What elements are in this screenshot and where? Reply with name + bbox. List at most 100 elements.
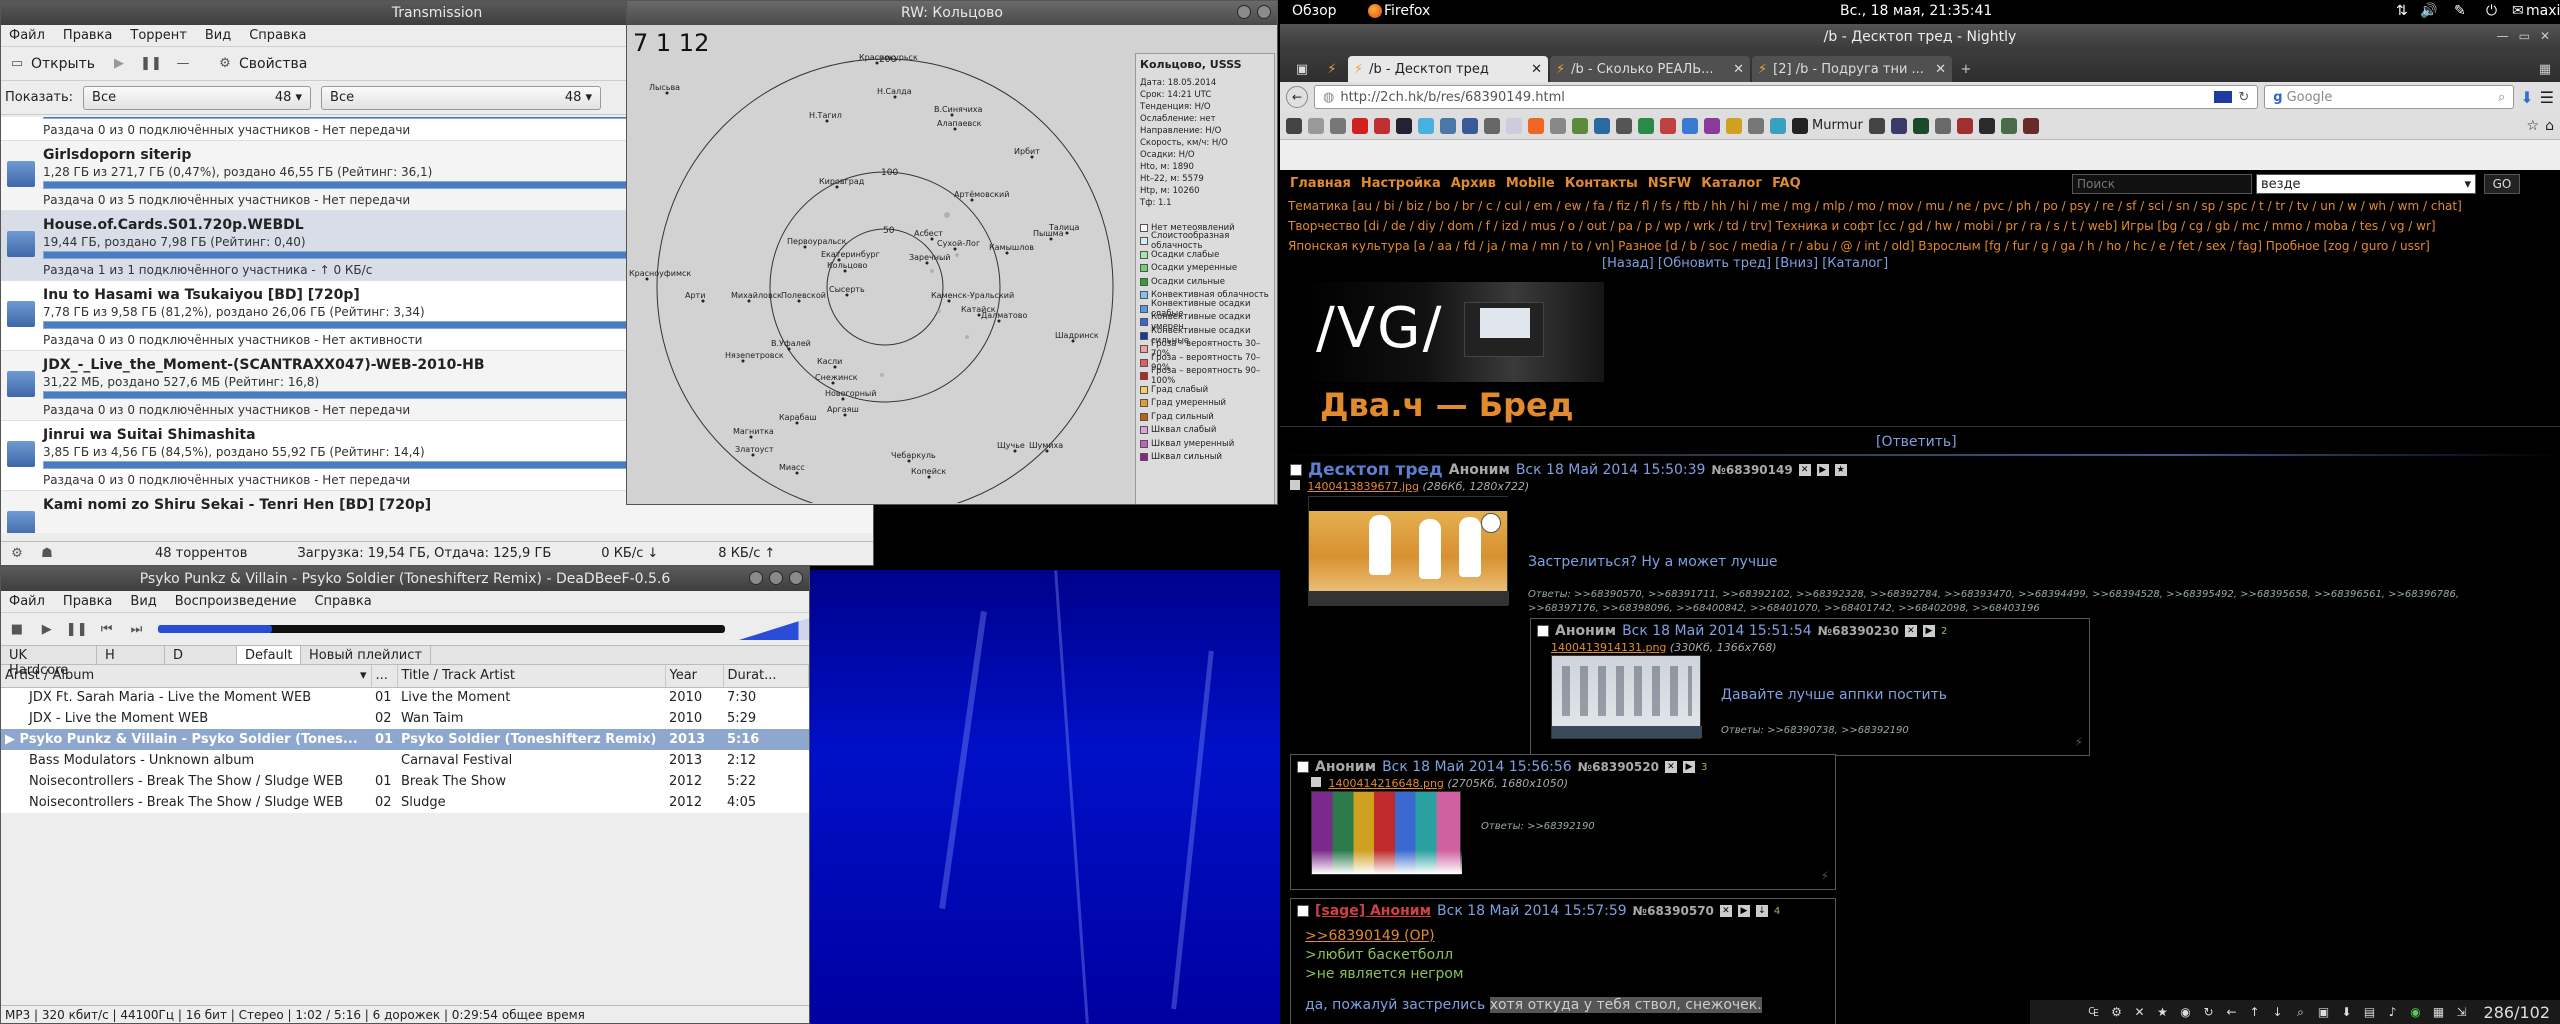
username[interactable]: maxi — [2526, 3, 2560, 19]
playlist-row[interactable]: Noisecontrollers - Break The Show / Slud… — [1, 771, 809, 792]
settings-icon[interactable]: ⚙ — [2110, 1005, 2124, 1019]
remove-icon[interactable]: — — [175, 56, 191, 72]
bookmark-murmur[interactable]: Murmur — [1792, 117, 1863, 134]
op-thumbnail[interactable] — [1308, 496, 1509, 606]
overview-button[interactable]: Обзор — [1292, 3, 1337, 19]
reload-icon[interactable]: ↻ — [2238, 90, 2249, 105]
tab-desktop-thread[interactable]: ⚡ /b - Десктоп тред ✕ — [1348, 56, 1548, 82]
volume-bar[interactable] — [738, 618, 809, 640]
post-checkbox[interactable] — [1290, 464, 1302, 476]
hide-icon[interactable]: ✕ — [1664, 761, 1677, 773]
playlist-row[interactable]: JDX - Live the Moment WEB 02 Wan Taim 2010 5… — [1, 708, 809, 729]
pinned-tab-icon[interactable]: ⚡ — [1318, 56, 1346, 82]
download-icon[interactable]: ⬇ — [2520, 88, 2533, 107]
tab-default[interactable]: Default — [237, 646, 301, 664]
refresh-icon[interactable]: ↻ — [2202, 1005, 2216, 1019]
expand-icon[interactable]: ⇲ — [2455, 1005, 2469, 1019]
menu-help[interactable]: Справка — [249, 28, 306, 43]
extension-logo-icon[interactable]: ₠ — [2087, 1005, 2101, 1019]
bookmark-k-icon[interactable] — [1748, 117, 1764, 134]
board-line-2[interactable]: Творчество [di / de / diy / dom / f / iz… — [1288, 216, 2552, 236]
column-artist-album[interactable]: Artist / Album ▾ — [1, 665, 372, 688]
close-icon[interactable]: ✕ — [1733, 62, 1744, 77]
site-search-go[interactable]: GO — [2484, 174, 2520, 194]
spoiler-text[interactable]: хотя откуда у тебя ствол, снежочек. — [1489, 997, 1762, 1013]
report-icon[interactable]: ▶ — [1737, 905, 1750, 917]
tab-list-icon[interactable]: ▦ — [2530, 56, 2560, 82]
post-checkbox[interactable] — [1537, 625, 1549, 637]
bookmark-youtube-icon[interactable] — [1352, 117, 1368, 134]
close-icon[interactable]: ✕ — [1531, 62, 1542, 77]
eye-icon[interactable]: ◉ — [2179, 1005, 2193, 1019]
menu-edit[interactable]: Правка — [63, 28, 112, 43]
column-track[interactable]: ... — [371, 665, 398, 688]
thread-nav[interactable]: [Назад] [Обновить тред] [Вниз] [Каталог] — [1602, 256, 1888, 271]
bookmark-l-icon[interactable] — [1770, 117, 1786, 134]
playlist-row[interactable]: Bass Modulators - Unknown album Carnaval … — [1, 750, 809, 771]
bookmark-o-icon[interactable] — [1912, 117, 1929, 134]
download-icon[interactable]: ⬇ — [2340, 1005, 2354, 1019]
bookmark-os-icon[interactable] — [1374, 117, 1390, 134]
file-link[interactable]: 1400413839677.jpg — [1308, 480, 1420, 493]
bookmark-m-icon[interactable] — [1868, 117, 1885, 134]
audio-icon[interactable]: ♪ — [2386, 1005, 2400, 1019]
tab-uk-hardcore[interactable]: UK Hardcore — [1, 646, 97, 678]
arrow-down-icon[interactable]: ↓ — [2271, 1005, 2285, 1019]
playlist-row[interactable]: JDX Ft. Sarah Maria - Live the Moment WE… — [1, 687, 809, 708]
site-search-input[interactable] — [2072, 174, 2252, 194]
bookmark-a-icon[interactable] — [1550, 117, 1566, 134]
tab-h[interactable]: H — [97, 646, 165, 664]
bookmark-link-icon[interactable] — [1330, 117, 1346, 134]
arrow-left-icon[interactable]: ← — [2225, 1005, 2239, 1019]
firefox-titlebar[interactable]: /b - Десктоп тред - Nightly — ▭ ✕ — [1280, 24, 2560, 50]
menu-icon[interactable]: ☰ — [2540, 88, 2554, 107]
turtle-icon[interactable]: ☗ — [39, 546, 55, 562]
home-icon[interactable]: ⌂ — [2545, 118, 2554, 134]
post-number[interactable]: №68390520 — [1578, 760, 1659, 774]
nav-home[interactable]: Главная — [1290, 176, 1351, 191]
hide-icon[interactable]: ✕ — [1719, 905, 1732, 917]
menu-view[interactable]: Вид — [205, 28, 231, 43]
image-icon[interactable]: ▣ — [2317, 1005, 2331, 1019]
star-icon[interactable]: ☆ — [2527, 118, 2540, 134]
tab-podruga[interactable]: ⚡ [2] /b - Подруга тни ... ✕ — [1752, 56, 1952, 82]
post-author-sage[interactable]: [sage] Аноним — [1315, 903, 1431, 919]
bookmark-d-icon[interactable] — [1616, 117, 1632, 134]
search-icon[interactable]: ⌕ — [2498, 90, 2505, 105]
board-line-1[interactable]: Тематика [au / bi / biz / bo / br / c / … — [1288, 196, 2552, 216]
bookmark-q-icon[interactable] — [1956, 117, 1973, 134]
bookmark-t-icon[interactable] — [2022, 117, 2039, 134]
open-button[interactable]: ▭ Открыть — [9, 56, 95, 72]
bookmark-i-icon[interactable] — [1704, 117, 1720, 134]
deadbeef-titlebar[interactable]: Psyko Punkz & Villain - Psyko Soldier (T… — [1, 567, 809, 591]
close-button[interactable] — [789, 571, 803, 585]
bookmark-c-icon[interactable] — [1594, 117, 1610, 134]
minimize-button[interactable] — [749, 571, 763, 585]
radar-map[interactable]: 200 100 50 КраснокурьскЛысьва Н.СалдаН.Та… — [627, 25, 1127, 503]
post-checkbox[interactable] — [1297, 905, 1309, 917]
minimize-icon[interactable]: — — [2497, 29, 2509, 43]
bookmark-r-icon[interactable] — [1978, 117, 1995, 134]
seekbar[interactable] — [158, 625, 725, 633]
post-checkbox[interactable] — [1297, 761, 1309, 773]
menu-help[interactable]: Справка — [314, 594, 371, 609]
post-number[interactable]: №68390570 — [1633, 904, 1714, 918]
board-line-3[interactable]: Японская культура [a / aa / fd / ja / ma… — [1288, 236, 2552, 256]
back-icon[interactable]: ← — [1286, 86, 1308, 108]
clock[interactable]: Вс., 18 мая, 21:35:41 — [1840, 3, 1992, 19]
nav-catalog[interactable]: Каталог — [1701, 176, 1762, 191]
hide-icon[interactable]: ✕ — [1798, 464, 1811, 476]
menu-playback[interactable]: Воспроизведение — [175, 594, 297, 609]
bookmark-twitter-icon[interactable] — [1418, 117, 1434, 134]
expand-icon[interactable]: ⚡ — [2075, 735, 2083, 749]
op-replies[interactable]: Ответы: >>68390570, >>68391711, >>683921… — [1528, 588, 2528, 616]
report-icon[interactable]: ▶ — [1816, 464, 1829, 476]
network-icon[interactable]: ⇅ — [2396, 3, 2408, 19]
gear-icon[interactable]: ⚙ — [9, 546, 25, 562]
file-link[interactable]: 1400413914131.png — [1551, 641, 1666, 654]
url-bar[interactable]: ◍ http://2ch.hk/b/res/68390149.html ↻ — [1314, 85, 2259, 109]
site-search-scope[interactable]: везде ▾ — [2256, 174, 2476, 194]
maximize-icon[interactable]: ▭ — [2519, 29, 2530, 43]
bookmark-pen-icon[interactable] — [1308, 117, 1324, 134]
bookmark-fb-icon[interactable] — [1462, 117, 1478, 134]
